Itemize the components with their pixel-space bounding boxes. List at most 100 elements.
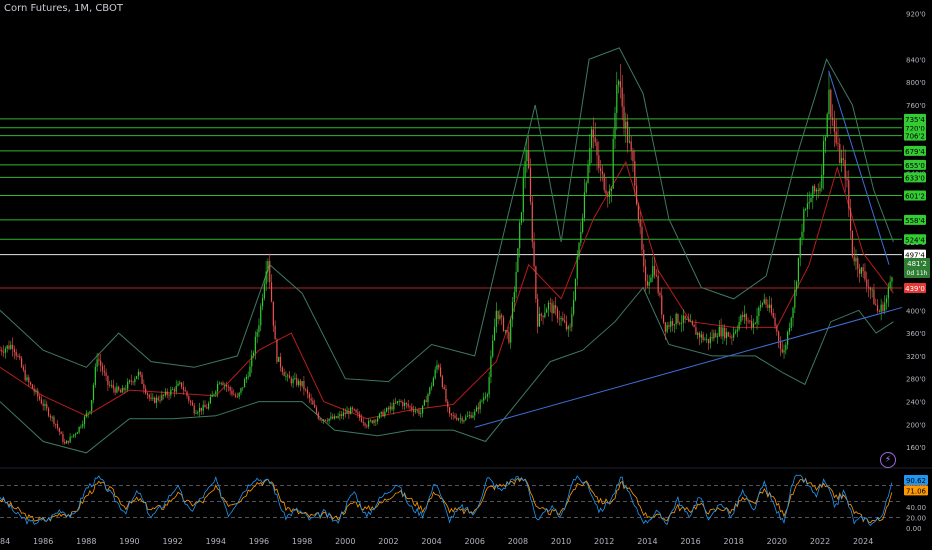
candle-body [414, 410, 416, 412]
lightning-bolt-icon[interactable]: ⚡ [880, 452, 896, 468]
candle-body [763, 299, 765, 304]
candle-body [769, 304, 771, 308]
y-axis-tick-label: 400'0 [906, 307, 926, 315]
candle-body [630, 141, 632, 151]
candle-body [6, 345, 8, 349]
candle-body [831, 117, 834, 121]
candle-body [720, 326, 722, 337]
candle-body [673, 324, 675, 326]
candle-body [118, 386, 120, 391]
candle-body [436, 365, 438, 370]
candle-body [15, 351, 17, 356]
candle-body [229, 387, 231, 391]
candle-body [341, 414, 343, 416]
candle-body [848, 180, 850, 209]
candle-body [319, 418, 321, 421]
candle-body [603, 173, 605, 191]
candle-body [574, 278, 577, 300]
candle-body [312, 400, 314, 405]
oscillator-value-label: 71.06 [906, 487, 927, 495]
candle-body [740, 315, 742, 322]
candle-body [587, 164, 589, 183]
candle-body [290, 378, 292, 384]
candle-body [409, 406, 411, 408]
candle-body [348, 411, 350, 415]
candle-body [60, 432, 62, 434]
candle-body [276, 339, 278, 362]
candle-body [522, 177, 524, 213]
candle-body [540, 313, 542, 316]
candle-body [123, 387, 125, 391]
candle-body [533, 241, 535, 267]
candle-body [211, 394, 213, 398]
candle-body [549, 302, 551, 304]
candle-body [386, 408, 388, 412]
candle-body [73, 434, 75, 437]
candle-body [846, 178, 848, 181]
candle-body [24, 369, 26, 381]
x-axis-tick-label: 2004 [421, 537, 441, 546]
candle-body [427, 394, 429, 403]
candle-body [742, 315, 744, 317]
candle-body [677, 313, 679, 323]
candle-body [776, 325, 778, 332]
candle-body [501, 315, 503, 318]
candle-body [519, 222, 521, 249]
candle-body [562, 318, 564, 321]
candle-body [609, 191, 611, 197]
candle-body [74, 433, 77, 435]
candle-body [564, 320, 566, 323]
bar-countdown-label: 0d 11h [907, 270, 928, 277]
x-axis-tick-label: 1992 [162, 537, 182, 546]
candle-body [537, 299, 539, 327]
candle-body [251, 355, 253, 367]
candle-body [109, 384, 111, 386]
candle-body [864, 271, 866, 280]
candle-body [418, 410, 420, 415]
candle-body [35, 390, 37, 392]
candle-body [114, 388, 116, 393]
candle-body [10, 344, 12, 349]
candle-body [53, 416, 55, 424]
level-price-label: 735'4 [905, 116, 925, 124]
candle-body [429, 387, 431, 395]
candle-body [472, 415, 474, 418]
candle-body [366, 425, 368, 427]
candle-body [796, 281, 798, 290]
candle-body [344, 412, 346, 414]
candle-body [747, 320, 749, 322]
oscillator-value-label: 90.62 [906, 477, 926, 485]
candle-body [544, 312, 546, 318]
candle-body [11, 344, 14, 350]
candle-body [240, 388, 242, 393]
chart-canvas[interactable]: 1984 1986 1988 1990 1992 1994 1996 1998 2000 2002… [0, 0, 932, 550]
candle-body [756, 316, 758, 324]
candle-body [308, 393, 310, 399]
candle-body [206, 407, 208, 409]
candle-body [332, 416, 334, 419]
candle-body [626, 121, 629, 143]
candle-body [172, 389, 174, 391]
candle-body [513, 291, 515, 302]
candle-body [851, 230, 853, 257]
candle-body [468, 415, 470, 416]
candle-body [42, 403, 44, 406]
oscillator-y-tick-label: 0.00 [906, 525, 922, 533]
candle-body [155, 397, 158, 403]
candle-body [639, 219, 641, 227]
candle-body [535, 266, 537, 300]
candle-body [33, 388, 35, 392]
candle-body [132, 381, 134, 383]
candle-body [265, 271, 267, 285]
candle-body [263, 284, 265, 299]
candle-body [443, 386, 445, 389]
candle-body [644, 266, 647, 282]
candle-body [529, 168, 532, 203]
candle-body [184, 389, 186, 392]
candle-body [20, 358, 23, 367]
candle-body [55, 423, 57, 425]
candle-body [486, 394, 488, 397]
candle-body [398, 401, 400, 402]
candle-body [490, 356, 492, 378]
candle-body [391, 406, 393, 410]
